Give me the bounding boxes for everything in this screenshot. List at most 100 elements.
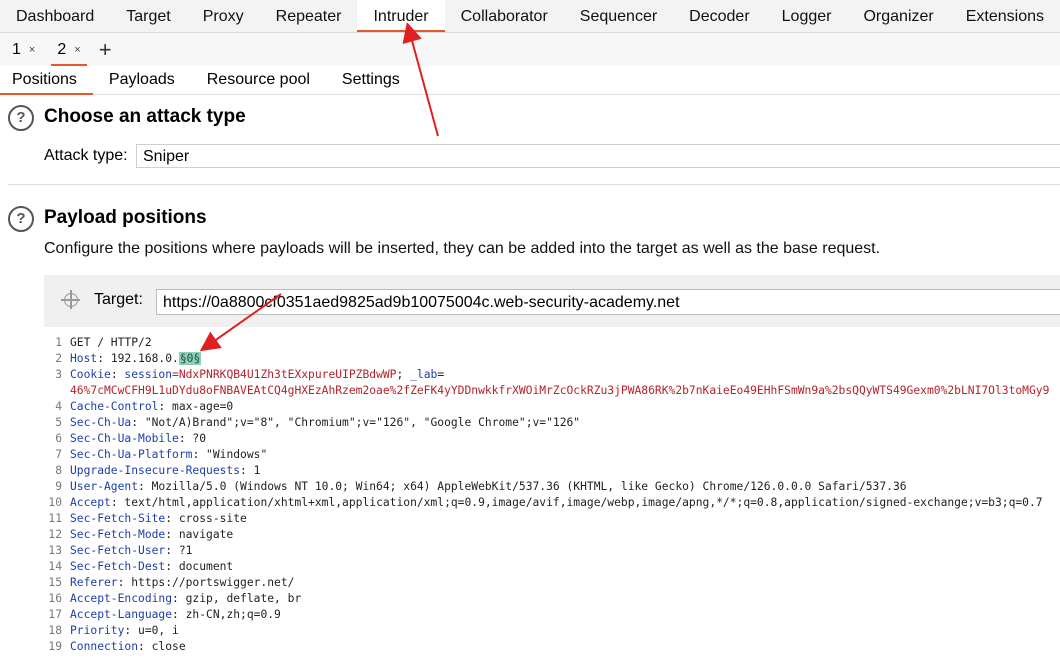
header-line: 9 User-Agent: Mozilla/5.0 (Windows NT 10.… [44,479,1060,495]
header-line: 15 Referer: https://portswigger.net/ [44,575,1060,591]
header-name: Cache-Control [70,400,159,413]
tab-collaborator[interactable]: Collaborator [445,0,564,32]
tab-extensions[interactable]: Extensions [950,0,1060,32]
header-name: Referer [70,576,118,589]
line-number: 1 [55,336,62,349]
header-line: 18 Priority: u=0, i [44,623,1060,639]
header-line: 10 Accept: text/html,application/xhtml+xm… [44,495,1060,511]
header-value: : ?1 [165,544,193,557]
line-number: 13 [48,544,62,557]
header-name: Cookie [70,368,111,381]
header-value: : close [138,640,186,653]
host-line: 2 Host: 192.168.0.§0§ [44,351,1060,367]
header-name: Upgrade-Insecure-Requests [70,464,241,477]
tab-logger[interactable]: Logger [766,0,848,32]
header-value: : "Windows" [192,448,268,461]
main-tab-bar: Dashboard Target Proxy Repeater Intruder… [0,0,1060,33]
tab-settings[interactable]: Settings [330,66,416,94]
close-icon[interactable]: × [74,44,80,56]
line-number: 18 [48,624,62,637]
line-number: 10 [48,496,62,509]
cookie-value: =NdxPNRKQB4U1Zh3tEXxpureUIPZBdwWP [172,368,397,381]
line-number: 5 [55,416,62,429]
attack-type-heading: Choose an attack type [44,106,246,127]
header-name: Sec-Ch-Ua-Platform [70,448,193,461]
header-name: Host [70,352,98,365]
line-number: 3 [55,368,62,381]
header-line: 6 Sec-Ch-Ua-Mobile: ?0 [44,431,1060,447]
payload-marker[interactable]: §0§ [178,352,202,365]
header-name: Sec-Fetch-User [70,544,166,557]
header-line: 13 Sec-Fetch-User: ?1 [44,543,1060,559]
cookie-line: 3 Cookie: session=NdxPNRKQB4U1Zh3tEXxpure… [44,367,1060,383]
tab-positions[interactable]: Positions [0,66,93,95]
header-line: 4 Cache-Control: max-age=0 [44,399,1060,415]
line-number: 14 [48,560,62,573]
tab-resource-pool[interactable]: Resource pool [195,66,326,94]
close-icon[interactable]: × [29,44,35,56]
header-line: 8 Upgrade-Insecure-Requests: 1 [44,463,1060,479]
attack-type-label: Attack type: [44,147,128,164]
tab-organizer[interactable]: Organizer [847,0,949,32]
attack-tab-label: 2 [57,40,67,58]
header-line: 14 Sec-Fetch-Dest: document [44,559,1060,575]
cookie-continuation-line: 46%7cMCwCFH9L1uDYdu8oFNBAVEAtCQ4gHXEzAhR… [44,383,1060,399]
cookie-name: _lab [410,368,438,381]
tab-proxy[interactable]: Proxy [187,0,260,32]
line-number: 9 [55,480,62,493]
request-editor[interactable]: 1 GET / HTTP/2 2 Host: 192.168.0.§0§ 3 Cook… [44,333,1060,662]
tab-sequencer[interactable]: Sequencer [564,0,673,32]
line-number: 15 [48,576,62,589]
line-number: 6 [55,432,62,445]
attack-type-select[interactable]: Sniper [136,144,1060,168]
header-name: Accept-Language [70,608,173,621]
header-value: : 192.168.0. [97,352,179,365]
help-icon[interactable]: ? [8,206,34,232]
header-value: : text/html,application/xhtml+xml,applic… [110,496,1043,509]
help-icon[interactable]: ? [8,105,34,131]
add-tab-button[interactable]: + [99,35,112,65]
tab-decoder[interactable]: Decoder [673,0,765,32]
cookie-value: 46%7cMCwCFH9L1uDYdu8oFNBAVEAtCQ4gHXEzAhR… [70,384,1050,397]
line-number: 16 [48,592,62,605]
separator: ; [396,368,411,381]
header-line: 16 Accept-Encoding: gzip, deflate, br [44,591,1060,607]
attack-tab-label: 1 [12,40,21,58]
crosshair-icon [61,290,80,309]
header-line: 17 Accept-Language: zh-CN,zh;q=0.9 [44,607,1060,623]
request-line-text: GET / HTTP/2 [70,336,152,349]
attack-tab-1[interactable]: 1 × [2,35,45,65]
intruder-subtabs: Positions Payloads Resource pool Setting… [0,66,1060,95]
line-number: 7 [55,448,62,461]
tab-intruder[interactable]: Intruder [357,0,445,32]
payload-positions-description: Configure the positions where payloads w… [44,240,881,257]
attack-tab-2[interactable]: 2 × [47,35,90,66]
line-number: 2 [55,352,62,365]
header-line: 12 Sec-Fetch-Mode: navigate [44,527,1060,543]
header-line: 5 Sec-Ch-Ua: "Not/A)Brand";v="8", "Chromi… [44,415,1060,431]
target-label: Target: [94,291,143,308]
header-value: : 1 [240,464,261,477]
line-number: 12 [48,528,62,541]
header-value: : u=0, i [124,624,179,637]
payload-positions-heading: Payload positions [44,207,207,228]
header-value: : https://portswigger.net/ [117,576,295,589]
intruder-attack-tabs: 1 × 2 × + [0,33,1060,67]
target-url-field[interactable]: https://0a8800cf0351aed9825ad9b10075004c… [156,289,1060,315]
header-name: Sec-Fetch-Site [70,512,166,525]
header-name: Sec-Fetch-Mode [70,528,166,541]
tab-payloads[interactable]: Payloads [97,66,191,94]
header-value: : zh-CN,zh;q=0.9 [172,608,281,621]
tab-dashboard[interactable]: Dashboard [0,0,110,32]
header-line: 19 Connection: close [44,639,1060,655]
header-name: Priority [70,624,125,637]
header-value: : gzip, deflate, br [172,592,302,605]
header-value: : ?0 [178,432,207,445]
header-name: Accept [70,496,111,509]
header-value: : navigate [165,528,234,541]
tab-repeater[interactable]: Repeater [260,0,358,32]
tab-target[interactable]: Target [110,0,186,32]
section-divider [8,184,1060,185]
line-number: 4 [55,400,62,413]
separator: : [110,368,125,381]
